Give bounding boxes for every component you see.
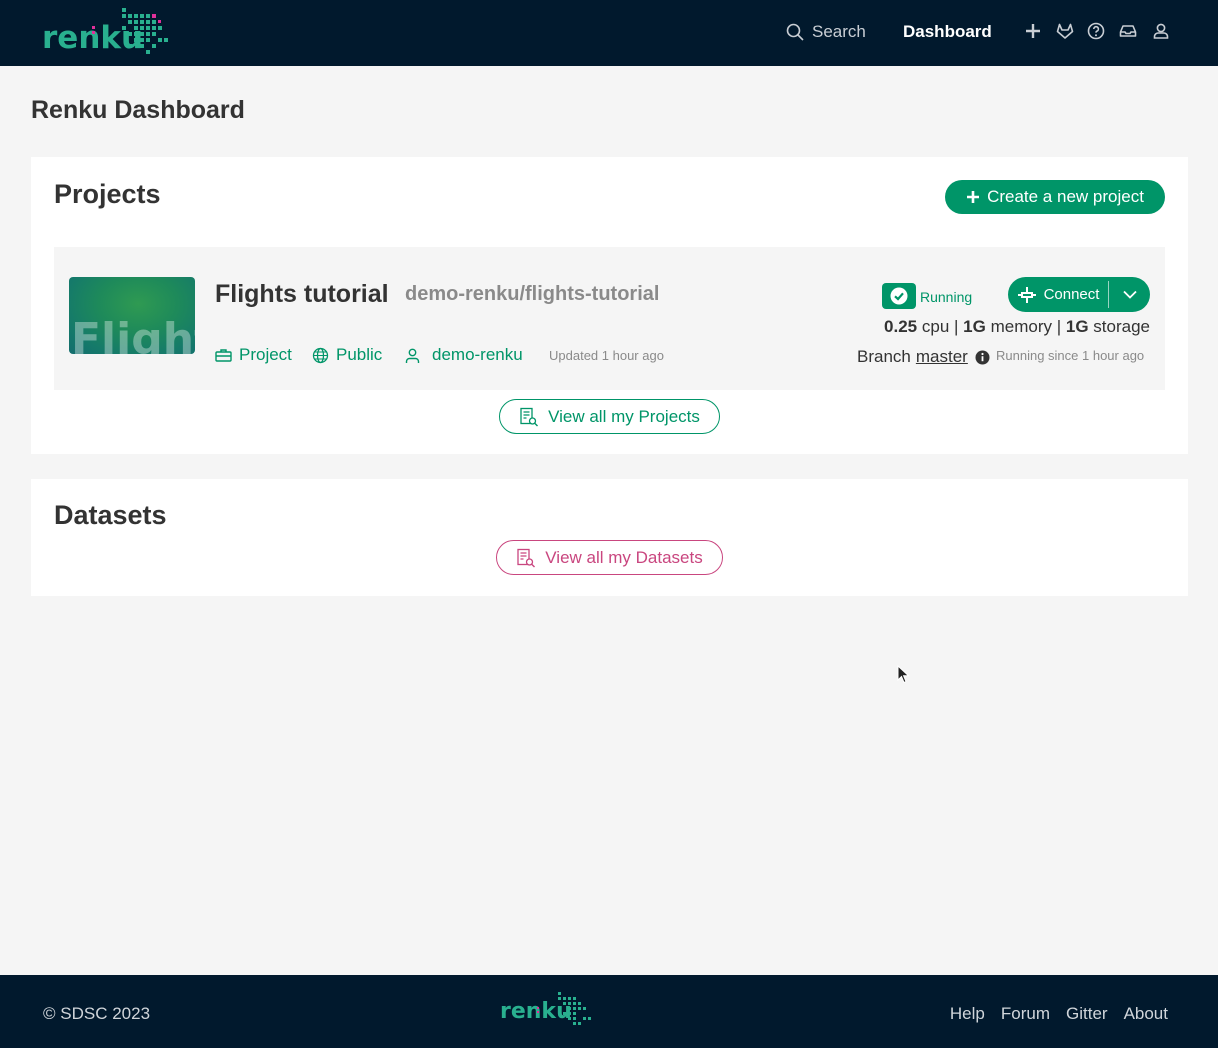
- mouse-cursor-icon: [897, 665, 910, 684]
- user-icon: [405, 348, 420, 363]
- view-all-projects-label: View all my Projects: [548, 406, 700, 426]
- project-updated: Updated 1 hour ago: [549, 348, 664, 363]
- datasets-card: Datasets View all my Datasets: [31, 479, 1188, 596]
- memory-unit: memory: [990, 317, 1052, 336]
- connect-button[interactable]: Connect: [1008, 277, 1108, 312]
- storage-unit: storage: [1093, 317, 1150, 336]
- footer-link-forum[interactable]: Forum: [1001, 1004, 1050, 1024]
- list-search-icon: [520, 407, 539, 426]
- copyright: © SDSC 2023: [43, 1004, 151, 1023]
- footer: © SDSC 2023 renku Help Forum Gitter Abou…: [0, 975, 1218, 1048]
- branch-link[interactable]: master: [916, 347, 968, 367]
- connect-label: Connect: [1043, 286, 1100, 303]
- logo-graphic-icon: [537, 992, 591, 1025]
- page-title: Renku Dashboard: [31, 96, 245, 124]
- connect-button-group: Connect: [1008, 277, 1150, 312]
- footer-link-gitter[interactable]: Gitter: [1066, 1004, 1108, 1024]
- cpu-value: 0.25: [884, 317, 918, 336]
- footer-link-about[interactable]: About: [1124, 1004, 1168, 1024]
- project-visibility-label: Public: [336, 345, 383, 364]
- top-navbar: renku Search Dashboard: [0, 0, 1218, 66]
- create-project-label: Create a new project: [987, 187, 1144, 206]
- nav-dashboard[interactable]: Dashboard: [903, 20, 992, 44]
- view-all-projects-button[interactable]: View all my Projects: [499, 399, 720, 434]
- project-title[interactable]: Flights tutorial: [215, 280, 389, 309]
- logo-graphic-icon: [92, 8, 168, 54]
- info-icon[interactable]: [975, 350, 990, 365]
- search-icon: [786, 23, 804, 41]
- project-slug: demo-renku/flights-tutorial: [405, 283, 660, 305]
- footer-logo[interactable]: renku: [500, 991, 592, 1031]
- session-running-since: Running since 1 hour ago: [996, 348, 1145, 363]
- plus-icon[interactable]: [1023, 21, 1043, 41]
- project-type-label: Project: [239, 345, 292, 364]
- project-thumbnail[interactable]: Flight: [69, 277, 195, 354]
- project-type: Project: [215, 345, 292, 365]
- projects-card: Projects Create a new project Flight Fli…: [31, 157, 1188, 454]
- chevron-down-icon: [1122, 290, 1137, 299]
- search-label: Search: [812, 22, 866, 41]
- help-icon[interactable]: [1086, 21, 1106, 41]
- session-status-label: Running: [920, 289, 973, 305]
- globe-icon: [312, 347, 329, 363]
- session-status-badge: [882, 283, 916, 309]
- project-visibility: Public: [312, 345, 382, 365]
- view-all-datasets-button[interactable]: View all my Datasets: [496, 540, 723, 575]
- memory-value: 1G: [963, 317, 986, 336]
- connect-dropdown-toggle[interactable]: [1109, 277, 1150, 312]
- projects-heading: Projects: [54, 179, 161, 209]
- view-all-datasets-label: View all my Datasets: [545, 547, 703, 567]
- session-resources: 0.25 cpu | 1G memory | 1G storage: [884, 317, 1150, 336]
- footer-links: Help Forum Gitter About: [950, 1004, 1168, 1024]
- user-icon[interactable]: [1151, 21, 1171, 41]
- inbox-icon[interactable]: [1118, 21, 1138, 41]
- project-owner-label: demo-renku: [432, 345, 523, 364]
- branch-prefix: Branch: [857, 347, 911, 366]
- gitlab-icon[interactable]: [1055, 21, 1075, 41]
- cpu-unit: cpu: [921, 317, 950, 336]
- list-search-icon: [517, 548, 536, 567]
- project-owner[interactable]: demo-renku: [404, 345, 523, 365]
- datasets-heading: Datasets: [54, 500, 167, 530]
- create-project-button[interactable]: Create a new project: [945, 180, 1165, 214]
- footer-link-help[interactable]: Help: [950, 1004, 985, 1024]
- renku-logo[interactable]: renku: [42, 6, 168, 58]
- briefcase-icon: [215, 348, 232, 362]
- project-list-item[interactable]: Flight Flights tutorial demo-renku/fligh…: [54, 247, 1165, 390]
- storage-value: 1G: [1065, 317, 1089, 336]
- nav-search[interactable]: Search: [786, 20, 866, 44]
- session-branch: Branch master: [857, 347, 990, 367]
- plus-icon: [967, 191, 980, 203]
- thumbnail-text: Flight: [71, 314, 195, 354]
- check-circle-icon: [890, 287, 908, 305]
- connect-icon: [1017, 286, 1036, 303]
